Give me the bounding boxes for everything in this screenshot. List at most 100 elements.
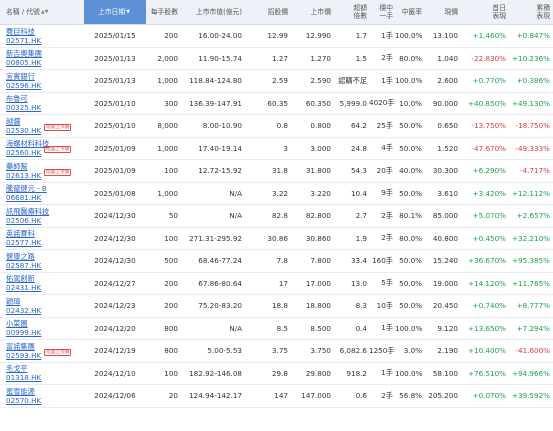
stock-code-link[interactable]: 01318.HK bbox=[6, 373, 41, 382]
table-row[interactable]: 小菜園 00999.HK 2024/12/20 800 N/A 8.5 8.500 0.4 1手… bbox=[0, 318, 553, 340]
stock-code-wrap: 02506.HK bbox=[6, 216, 82, 225]
table-row[interactable]: 富諾集團 02593.HK 暗盤上市價 2024/12/19 800 5.00-5.53 3… bbox=[0, 340, 553, 363]
stock-code-link[interactable]: 02530.HK bbox=[6, 126, 41, 135]
one-lot-cell: 20手 bbox=[376, 165, 393, 175]
table-row[interactable]: 蜜雪能源 02570.HK 2024/12/06 20 124.94-142.17 147… bbox=[0, 385, 553, 408]
stock-code-link[interactable]: 02431.HK bbox=[6, 283, 41, 292]
stock-name-link[interactable]: 佑駕創新 bbox=[6, 274, 82, 283]
oversub-cell: 0.4 bbox=[355, 323, 367, 333]
stock-code-link[interactable]: 02560.HK bbox=[6, 148, 41, 157]
col-offer-price[interactable]: 招股價 bbox=[244, 0, 290, 24]
grey-close-cell: 19.000 bbox=[432, 278, 458, 288]
stock-code-wrap: 02431.HK bbox=[6, 283, 82, 292]
table-row[interactable]: 毛戈平 01318.HK 2024/12/10 100 182.92-146.08 29.… bbox=[0, 363, 553, 385]
col-list-date[interactable]: 上市日期 ▼ bbox=[84, 0, 146, 24]
table-row[interactable]: 藥師幫 02613.HK 暗盤上市價 2025/01/09 100 12.72-15.92… bbox=[0, 160, 553, 183]
col-grey-close[interactable]: 現價 bbox=[424, 0, 460, 24]
stock-code-link[interactable]: 02570.HK bbox=[6, 396, 41, 405]
table-row[interactable]: 宜賓銀行 02596.HK 2025/01/13 1,000 118.84-124.80… bbox=[0, 70, 553, 93]
stock-name-link[interactable]: 毛戈平 bbox=[6, 364, 82, 373]
stock-code-link[interactable]: 00325.HK bbox=[6, 103, 41, 112]
stock-code-link[interactable]: 02432.HK bbox=[6, 306, 41, 315]
stock-name-link[interactable]: 英諾賽科 bbox=[6, 229, 82, 238]
stock-code-link[interactable]: 02571.HK bbox=[6, 36, 41, 45]
table-row[interactable]: 騰龍健元 - B 06681.HK 2025/01/08 1,000 N/A 3.22 3.… bbox=[0, 183, 553, 205]
col-oversub[interactable]: 超額 倍數 bbox=[333, 0, 369, 24]
first-day-cell: +3.420% bbox=[472, 188, 506, 198]
col-name-code[interactable]: 名稱 / 代號 ▲▼ bbox=[0, 0, 84, 24]
stock-code-link[interactable]: 00999.HK bbox=[6, 328, 41, 337]
col-lot-size[interactable]: 每手股數 bbox=[146, 0, 180, 24]
stock-name-link[interactable]: 穎瑋 bbox=[6, 297, 82, 306]
price-range-cell: N/A bbox=[229, 323, 242, 333]
offer-price-cell: 1.27 bbox=[271, 53, 288, 63]
col-listing-price[interactable]: 上市價 bbox=[290, 0, 333, 24]
table-row[interactable]: 新吉奧集團 00805.HK 2025/01/13 2,000 11.90-15.74 1… bbox=[0, 48, 553, 70]
stock-code-link[interactable]: 02587.HK bbox=[6, 261, 41, 270]
stock-code-link[interactable]: 02593.HK bbox=[6, 351, 41, 360]
stock-name-link[interactable]: 宜賓銀行 bbox=[6, 72, 82, 81]
grey-close-cell: 205.200 bbox=[428, 391, 458, 401]
offer-price-cell: 0.8 bbox=[276, 121, 288, 131]
table-row[interactable]: 穎瑋 02432.HK 2024/12/23 200 75.20-83.20 18.8 18… bbox=[0, 295, 553, 318]
stock-name-link[interactable]: 布魯可 bbox=[6, 94, 82, 103]
one-lot-cell: 2手 bbox=[381, 210, 393, 220]
lot-size-cell: 50 bbox=[168, 211, 178, 221]
cumulative-cell: -49.333% bbox=[515, 143, 550, 153]
stock-cell: 新吉奧集團 00805.HK bbox=[0, 49, 84, 67]
table-row[interactable]: 英諾賽科 02577.HK 2024/12/30 100 271.31-295.92 30… bbox=[0, 228, 553, 250]
stock-name-link[interactable]: 蜜雪能源 bbox=[6, 387, 82, 396]
stock-code-link[interactable]: 06681.HK bbox=[6, 193, 41, 202]
col-price-range[interactable]: 上市市值(億元) bbox=[180, 0, 244, 24]
stock-code-wrap: 00805.HK bbox=[6, 58, 82, 67]
stock-code-link[interactable]: 00805.HK bbox=[6, 58, 41, 67]
stock-name-link[interactable]: 騰龍健元 - B bbox=[6, 184, 82, 193]
stock-code-link[interactable]: 02596.HK bbox=[6, 81, 41, 90]
col-first-day[interactable]: 首日 表現 bbox=[460, 0, 508, 24]
col-win-rate[interactable]: 中籤率 bbox=[395, 0, 424, 24]
one-lot-cell: 25手 bbox=[376, 120, 393, 130]
ipo-table: 名稱 / 代號 ▲▼ 上市日期 ▼ 每手股數 上市市值(億元) 招股價 上市價 超額… bbox=[0, 0, 553, 408]
first-day-cell: +1.460% bbox=[472, 31, 506, 41]
stock-name-link[interactable]: 賽目科技 bbox=[6, 27, 82, 36]
lot-size-cell: 200 bbox=[164, 278, 178, 288]
first-day-cell: +13.650% bbox=[467, 323, 506, 333]
stock-code-link[interactable]: 02506.HK bbox=[6, 216, 41, 225]
col-cumulative[interactable]: 累積 表現 bbox=[508, 0, 552, 24]
listing-price-cell: 31.800 bbox=[305, 166, 331, 176]
listing-price-cell: 18.800 bbox=[305, 301, 331, 311]
stock-name-link[interactable]: 健康之路 bbox=[6, 252, 82, 261]
table-row[interactable]: 訊飛醫療科技 02506.HK 2024/12/30 50 N/A 82.8 82.800 2… bbox=[0, 205, 553, 228]
price-range-cell: 75.20-83.20 bbox=[198, 301, 242, 311]
first-day-cell: +14.120% bbox=[467, 278, 506, 288]
one-lot-cell: 1手 bbox=[381, 368, 393, 378]
col-win-rate-label: 中籤率 bbox=[401, 8, 422, 16]
list-date-cell: 2024/12/19 bbox=[94, 346, 136, 356]
table-row[interactable]: 健康之路 02587.HK 2024/12/30 500 68.46-77.24 7.8 7… bbox=[0, 250, 553, 273]
table-row[interactable]: 賽目科技 02571.HK 2025/01/15 200 16.00-24.00 12.9… bbox=[0, 25, 553, 48]
stock-code-link[interactable]: 02577.HK bbox=[6, 238, 41, 247]
table-row[interactable]: 佑駕創新 02431.HK 2024/12/27 200 67.86-80.64 17 17… bbox=[0, 273, 553, 295]
first-day-cell: +0.740% bbox=[472, 301, 506, 311]
table-row[interactable]: 海螺材料科技 02560.HK 暗盤上市價 2025/01/09 1,000 17.40-… bbox=[0, 138, 553, 160]
price-range-cell: 11.90-15.74 bbox=[198, 53, 242, 63]
offer-price-cell: 3.75 bbox=[271, 346, 288, 356]
stock-code-wrap: 02560.HK 暗盤上市價 bbox=[6, 146, 82, 157]
price-range-cell: 118.84-124.80 bbox=[189, 76, 242, 86]
stock-name-link[interactable]: 訊飛醫療科技 bbox=[6, 207, 82, 216]
lot-size-cell: 100 bbox=[164, 368, 178, 378]
one-lot-cell: 2手 bbox=[381, 390, 393, 400]
stock-name-link[interactable]: 小菜園 bbox=[6, 319, 82, 328]
win-rate-cell: 100.0% bbox=[395, 323, 423, 333]
oversub-cell: 24.8 bbox=[350, 143, 367, 153]
table-row[interactable]: 越疆 02530.HK 暗盤上市價 2025/01/10 8,000 8.00-10.90… bbox=[0, 115, 553, 138]
stock-code-link[interactable]: 02613.HK bbox=[6, 171, 41, 180]
table-row[interactable]: 布魯可 00325.HK 2025/01/10 300 136.39-147.91 60.… bbox=[0, 93, 553, 115]
col-one-lot[interactable]: 穩中 一手 bbox=[369, 0, 395, 24]
listing-price-cell: 17.000 bbox=[305, 278, 331, 288]
listing-price-cell: 30.860 bbox=[305, 233, 331, 243]
stock-name-link[interactable]: 新吉奧集團 bbox=[6, 49, 82, 58]
col-price-range-label: 上市市值(億元) bbox=[195, 8, 242, 16]
one-lot-cell: 10手 bbox=[376, 300, 393, 310]
price-range-cell: N/A bbox=[229, 211, 242, 221]
